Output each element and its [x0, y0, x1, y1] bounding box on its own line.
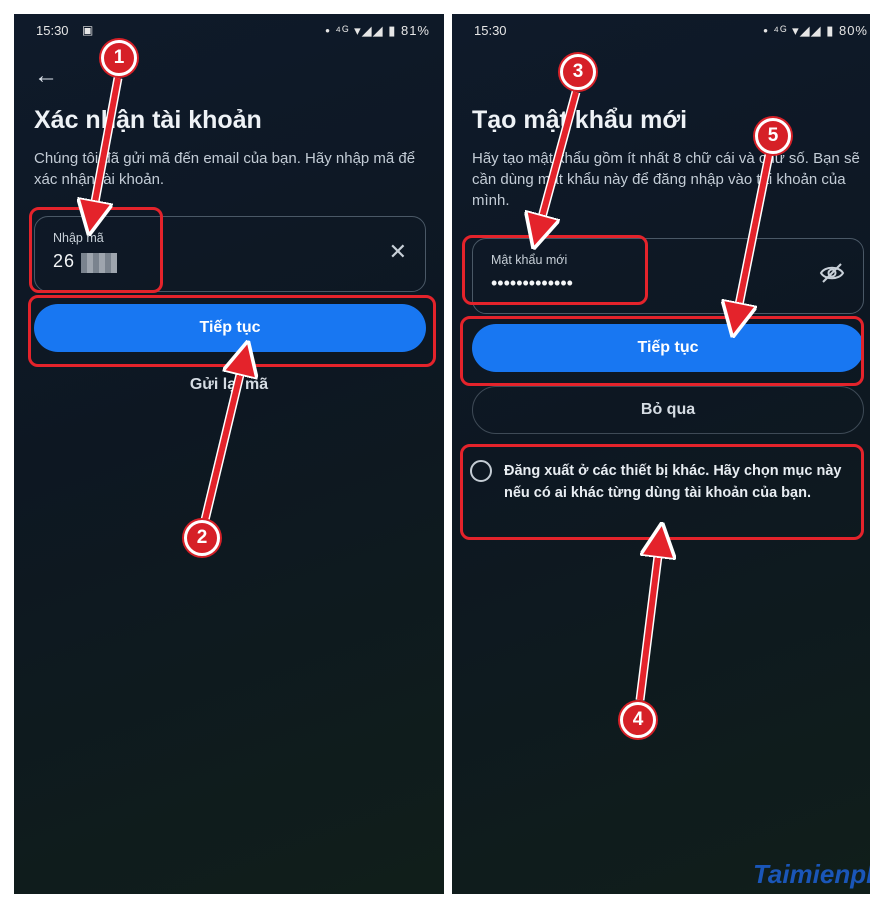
step-marker-1: 1 [101, 40, 137, 76]
step-marker-2: 2 [184, 520, 220, 556]
step-marker-5: 5 [755, 118, 791, 154]
annotation-arrows [0, 77, 775, 701]
step-marker-3: 3 [560, 54, 596, 90]
step-marker-4: 4 [620, 702, 656, 738]
